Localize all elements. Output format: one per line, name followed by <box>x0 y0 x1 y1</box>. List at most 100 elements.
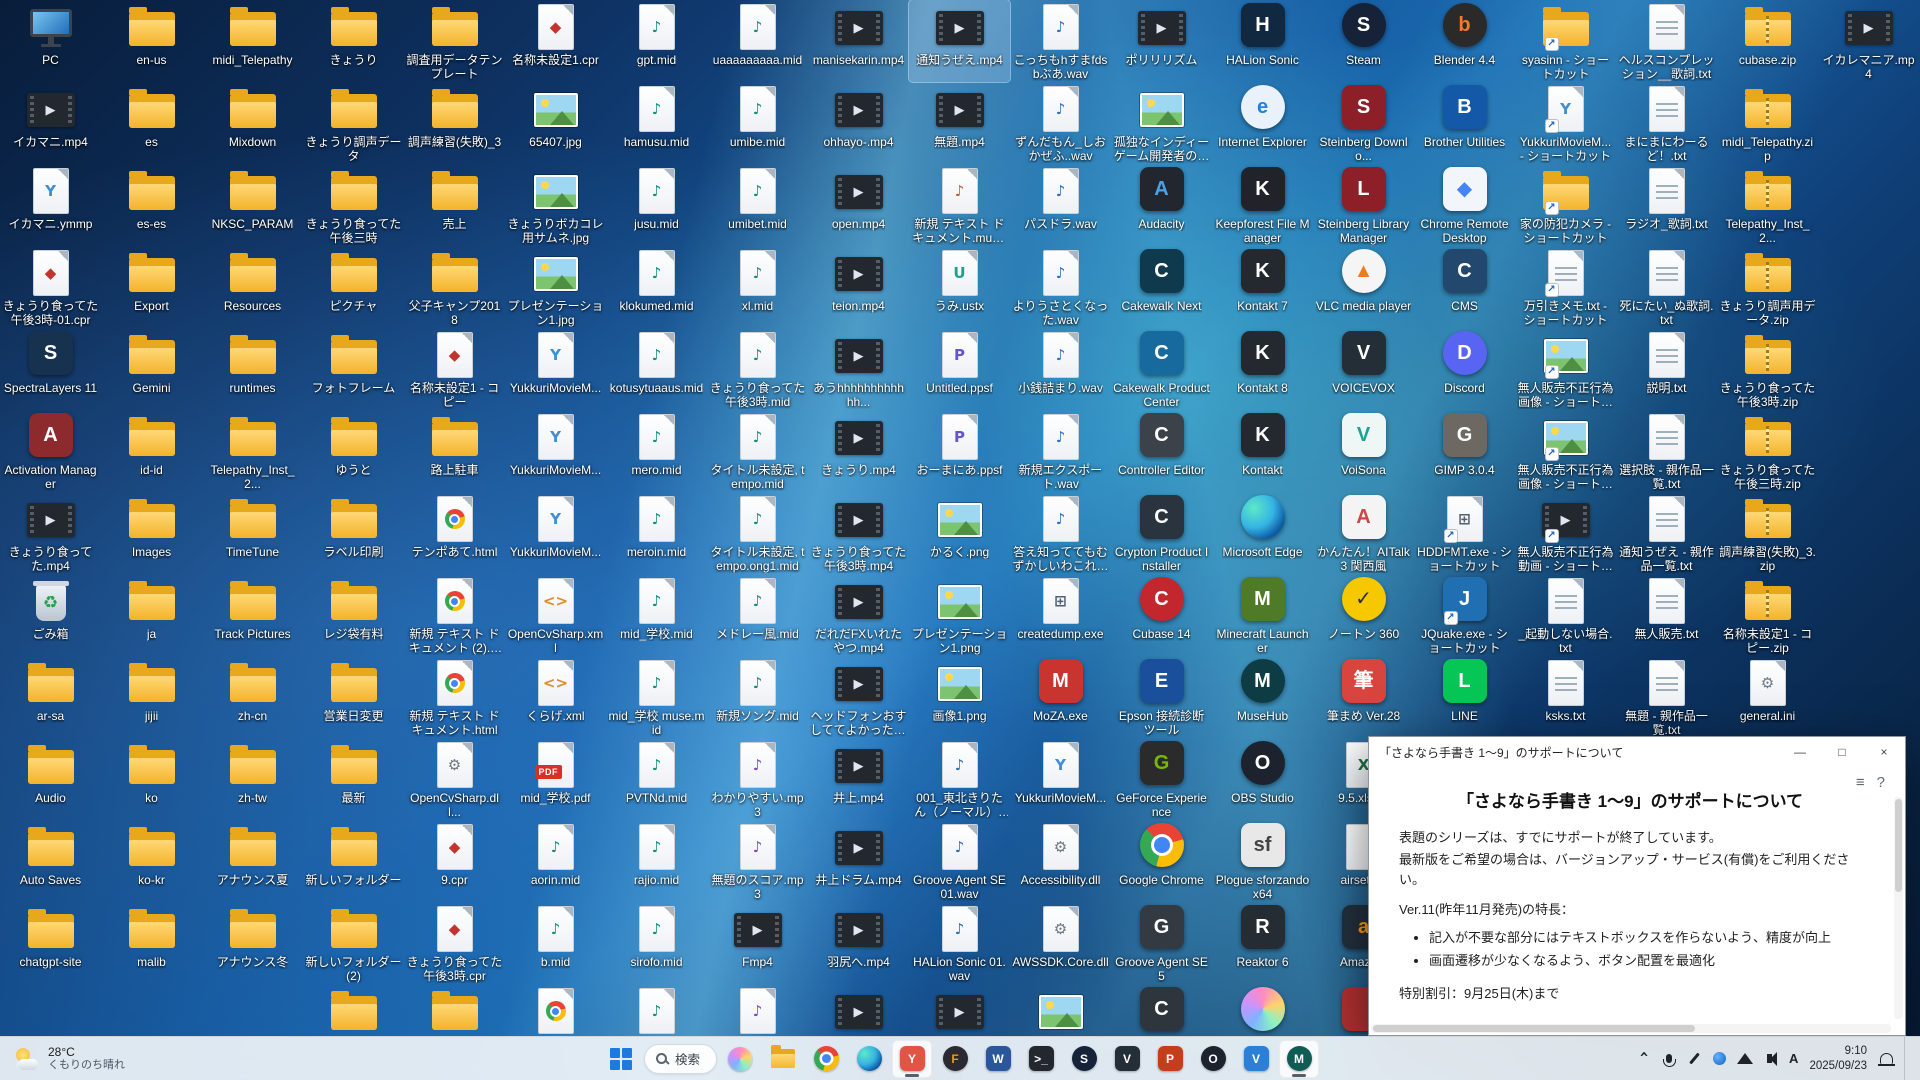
desktop-icon[interactable]: ♪ <box>606 984 707 1036</box>
desktop-icon[interactable]: ♪mid_学校 muse.mid <box>606 656 707 738</box>
desktop-icon[interactable]: ♪よりうさとくなった.wav <box>1010 246 1111 328</box>
desktop-icon[interactable]: ⚙general.ini <box>1717 656 1818 738</box>
desktop-icon[interactable]: CCakewalk Next <box>1111 246 1212 328</box>
desktop-icon[interactable]: Audio <box>0 738 101 820</box>
desktop-icon[interactable]: 路上駐車 <box>404 410 505 492</box>
desktop-icon[interactable]: 新規 テキスト ドキュメント (2).html <box>404 574 505 656</box>
show-desktop-button[interactable] <box>1904 1037 1908 1080</box>
desktop-icon[interactable]: Resources <box>202 246 303 328</box>
desktop-icon[interactable]: ♪jusu.mid <box>606 164 707 246</box>
desktop-icon[interactable]: 調声練習(失敗)_3 <box>404 82 505 164</box>
desktop-icon[interactable]: レジ袋有料 <box>303 574 404 656</box>
desktop-icon[interactable]: bBlender 4.4 <box>1414 0 1515 82</box>
desktop-icon[interactable]: C <box>1111 984 1212 1036</box>
desktop-icon[interactable]: GGroove Agent SE 5 <box>1111 902 1212 984</box>
desktop-icon[interactable]: ♪こっちもhすまfdsbぶあ.wav <box>1010 0 1111 82</box>
desktop-icon[interactable] <box>505 984 606 1036</box>
desktop-icon[interactable]: TimeTune <box>202 492 303 574</box>
desktop-icon[interactable]: ⚙OpenCvSharp.dll... <box>404 738 505 820</box>
desktop-icon[interactable]: AAudacity <box>1111 164 1212 246</box>
desktop-icon[interactable]: ♪umibet.mid <box>707 164 808 246</box>
desktop-icon[interactable]: ♪uaaaaaaaaa.mid <box>707 0 808 82</box>
taskbar-app-word[interactable]: W <box>978 1040 1018 1078</box>
desktop-icon[interactable]: ↗万引きメモ.txt - ショートカット <box>1515 246 1616 328</box>
desktop-icon[interactable]: ko <box>101 738 202 820</box>
desktop-icon[interactable]: ↗無人販売不正行為 画像 - ショートカット <box>1515 410 1616 492</box>
desktop-icon[interactable]: ▶きょうり.mp4 <box>808 410 909 492</box>
desktop-icon[interactable]: きょうり食ってた午後三時.zip <box>1717 410 1818 492</box>
desktop-icon[interactable]: Gemini <box>101 328 202 410</box>
desktop-icon[interactable]: YYukkuriMovieM... <box>505 328 606 410</box>
desktop-icon[interactable]: CCMS <box>1414 246 1515 328</box>
desktop-icon[interactable]: NKSC_PARAM <box>202 164 303 246</box>
desktop-icon[interactable]: midi_Telepathy.zip <box>1717 82 1818 164</box>
desktop-icon[interactable]: ▶井上ドラム.mp4 <box>808 820 909 902</box>
desktop-icon[interactable]: きょうりボカコレ用サムネ.jpg <box>505 164 606 246</box>
desktop-icon[interactable]: Images <box>101 492 202 574</box>
desktop-icon[interactable]: ♪meroin.mid <box>606 492 707 574</box>
desktop-icon[interactable]: CCakewalk Product Center <box>1111 328 1212 410</box>
desktop-icon[interactable]: ピクチャ <box>303 246 404 328</box>
minimize-button[interactable]: — <box>1779 737 1821 767</box>
desktop-icon[interactable]: 孤独なインディーゲーム開発者の一生... <box>1111 82 1212 164</box>
desktop-icon[interactable]: ▶無題.mp4 <box>909 82 1010 164</box>
desktop-icon[interactable]: ♪sirofo.mid <box>606 902 707 984</box>
desktop-icon[interactable]: ▶ohhayo-.mp4 <box>808 82 909 164</box>
horizontal-scrollbar[interactable] <box>1371 1024 1891 1033</box>
desktop-icon[interactable]: ♪メドレー風.mid <box>707 574 808 656</box>
desktop-icon[interactable]: ↗無人販売不正行為 画像 - ショートカット <box>1515 328 1616 410</box>
desktop-icon[interactable]: runtimes <box>202 328 303 410</box>
desktop-icon[interactable]: きょうり食ってた午後3時.zip <box>1717 328 1818 410</box>
desktop-icon[interactable]: Export <box>101 246 202 328</box>
desktop-icon[interactable]: ▶だれだFXいれたやつ.mp4 <box>808 574 909 656</box>
desktop-icon[interactable]: Google Chrome <box>1111 820 1212 902</box>
desktop-icon[interactable]: きょうり調声データ <box>303 82 404 164</box>
vertical-scrollbar-thumb[interactable] <box>1895 799 1902 892</box>
vertical-scrollbar[interactable] <box>1894 797 1903 1019</box>
desktop-icon[interactable]: Pおーまにあ.ppsf <box>909 410 1010 492</box>
desktop-icon[interactable]: ♪mero.mid <box>606 410 707 492</box>
desktop-icon[interactable]: ♪001_東北きりたん（ノーマル）_少しゃ... <box>909 738 1010 820</box>
desktop-icon[interactable]: 調査用データテンプレート <box>404 0 505 82</box>
desktop-icon[interactable]: PUntitled.ppsf <box>909 328 1010 410</box>
desktop-icon[interactable]: ◆9.cpr <box>404 820 505 902</box>
taskbar-app-vscode[interactable]: V <box>1236 1040 1276 1078</box>
desktop-icon[interactable]: ♪きょうり食ってた午後3時.mid <box>707 328 808 410</box>
desktop-icon[interactable]: KKontakt <box>1212 410 1313 492</box>
desktop-icon[interactable]: 新しいフォルダー <box>303 820 404 902</box>
desktop-icon[interactable]: 無人販売.txt <box>1616 574 1717 656</box>
ime-indicator[interactable]: A <box>1789 1051 1798 1066</box>
taskbar-app-steam[interactable]: S <box>1064 1040 1104 1078</box>
desktop-icon[interactable]: ♪わかりやすい.mp3 <box>707 738 808 820</box>
desktop-icon[interactable]: ▶open.mp4 <box>808 164 909 246</box>
taskbar-app-obs[interactable]: O <box>1193 1040 1233 1078</box>
desktop-icon[interactable]: ♪ <box>707 984 808 1036</box>
desktop-icon[interactable]: ♪パスドラ.wav <box>1010 164 1111 246</box>
desktop-icon[interactable]: _起動しない場合.txt <box>1515 574 1616 656</box>
desktop-icon[interactable]: DDiscord <box>1414 328 1515 410</box>
desktop-icon[interactable]: ✓ノートン 360 <box>1313 574 1414 656</box>
volume-icon[interactable] <box>1764 1049 1778 1069</box>
desktop-icon[interactable]: ▶Fmp4 <box>707 902 808 984</box>
desktop-icon[interactable]: <>くらげ.xml <box>505 656 606 738</box>
desktop-icon[interactable]: zh-tw <box>202 738 303 820</box>
desktop-icon[interactable]: 最新 <box>303 738 404 820</box>
desktop-icon[interactable]: ♪タイトル未設定, tempo.ong1.mid <box>707 492 808 574</box>
desktop-icon[interactable]: ◆きょうり食ってた午後3時.cpr <box>404 902 505 984</box>
desktop-icon[interactable]: Aかんたん！AITalk 3 関西風 <box>1313 492 1414 574</box>
desktop-icon[interactable]: ラジオ_歌詞.txt <box>1616 164 1717 246</box>
horizontal-scrollbar-thumb[interactable] <box>1373 1025 1695 1032</box>
desktop-icon[interactable]: ♪gpt.mid <box>606 0 707 82</box>
desktop-icon[interactable]: 筆筆まめ Ver.28 <box>1313 656 1414 738</box>
desktop-icon[interactable]: Yイカマニ.ymmp <box>0 164 101 246</box>
desktop-icon[interactable]: ♪klokumed.mid <box>606 246 707 328</box>
desktop-icon[interactable]: ▶きょうり食ってた.mp4 <box>0 492 101 574</box>
desktop-icon[interactable]: MMuseHub <box>1212 656 1313 738</box>
desktop-icon[interactable]: ♪新規ソング.mid <box>707 656 808 738</box>
desktop-icon[interactable]: SSteam <box>1313 0 1414 82</box>
desktop-icon[interactable]: BBrother Utilities <box>1414 82 1515 164</box>
desktop-icon[interactable]: RReaktor 6 <box>1212 902 1313 984</box>
desktop-icon[interactable]: アナウンス冬 <box>202 902 303 984</box>
weather-widget[interactable]: 28°C くもりのち晴れ <box>4 1040 135 1077</box>
desktop-icon[interactable]: テンポあて.html <box>404 492 505 574</box>
